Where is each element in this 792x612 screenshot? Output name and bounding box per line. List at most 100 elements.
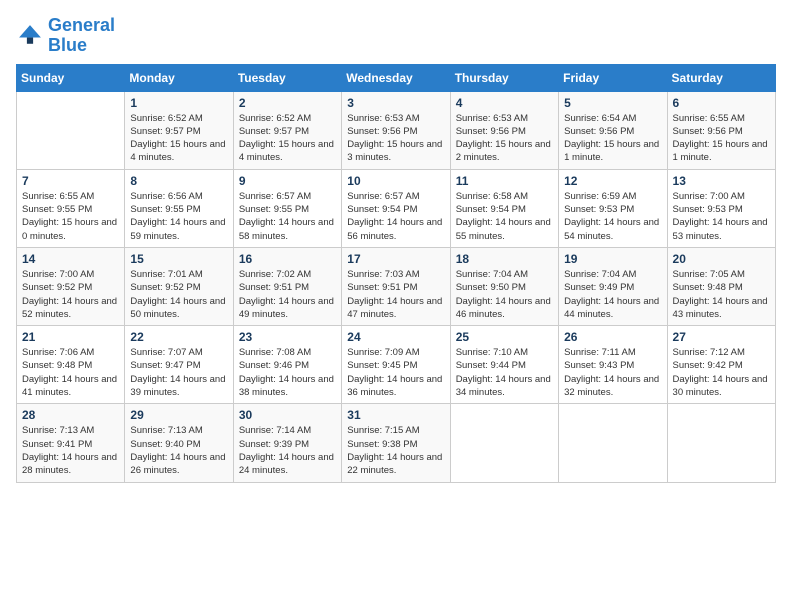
calendar-cell: 31 Sunrise: 7:15 AMSunset: 9:38 PMDayligh… [342,404,450,482]
calendar-cell: 29 Sunrise: 7:13 AMSunset: 9:40 PMDayligh… [125,404,233,482]
day-info: Sunrise: 6:55 AMSunset: 9:55 PMDaylight:… [22,190,119,243]
logo: General Blue [16,16,115,56]
day-info: Sunrise: 7:04 AMSunset: 9:49 PMDaylight:… [564,268,661,321]
calendar-week-4: 21 Sunrise: 7:06 AMSunset: 9:48 PMDayligh… [17,326,776,404]
day-number: 13 [673,174,770,188]
header-day-sunday: Sunday [17,64,125,91]
day-info: Sunrise: 7:15 AMSunset: 9:38 PMDaylight:… [347,424,444,477]
logo-icon [16,22,44,50]
day-number: 17 [347,252,444,266]
calendar-cell: 30 Sunrise: 7:14 AMSunset: 9:39 PMDayligh… [233,404,341,482]
calendar-cell: 18 Sunrise: 7:04 AMSunset: 9:50 PMDayligh… [450,247,558,325]
calendar-week-3: 14 Sunrise: 7:00 AMSunset: 9:52 PMDayligh… [17,247,776,325]
day-info: Sunrise: 7:13 AMSunset: 9:41 PMDaylight:… [22,424,119,477]
header: General Blue [16,16,776,56]
day-number: 1 [130,96,227,110]
day-number: 18 [456,252,553,266]
day-info: Sunrise: 7:01 AMSunset: 9:52 PMDaylight:… [130,268,227,321]
calendar-body: 1 Sunrise: 6:52 AMSunset: 9:57 PMDaylight… [17,91,776,482]
day-info: Sunrise: 6:52 AMSunset: 9:57 PMDaylight:… [239,112,336,165]
header-day-saturday: Saturday [667,64,775,91]
day-info: Sunrise: 7:00 AMSunset: 9:53 PMDaylight:… [673,190,770,243]
calendar-cell: 11Sunrise: 6:58 AMSunset: 9:54 PMDayligh… [450,169,558,247]
day-number: 31 [347,408,444,422]
day-info: Sunrise: 7:02 AMSunset: 9:51 PMDaylight:… [239,268,336,321]
day-number: 21 [22,330,119,344]
day-info: Sunrise: 7:12 AMSunset: 9:42 PMDaylight:… [673,346,770,399]
day-number: 27 [673,330,770,344]
day-number: 25 [456,330,553,344]
day-info: Sunrise: 6:59 AMSunset: 9:53 PMDaylight:… [564,190,661,243]
calendar-cell: 22 Sunrise: 7:07 AMSunset: 9:47 PMDayligh… [125,326,233,404]
day-number: 6 [673,96,770,110]
calendar-cell: 27 Sunrise: 7:12 AMSunset: 9:42 PMDayligh… [667,326,775,404]
day-number: 16 [239,252,336,266]
calendar-cell: 17 Sunrise: 7:03 AMSunset: 9:51 PMDayligh… [342,247,450,325]
calendar-cell: 5 Sunrise: 6:54 AMSunset: 9:56 PMDaylight… [559,91,667,169]
day-number: 19 [564,252,661,266]
calendar-cell: 8 Sunrise: 6:56 AMSunset: 9:55 PMDaylight… [125,169,233,247]
calendar-cell: 21 Sunrise: 7:06 AMSunset: 9:48 PMDayligh… [17,326,125,404]
calendar-week-5: 28 Sunrise: 7:13 AMSunset: 9:41 PMDayligh… [17,404,776,482]
day-number: 12 [564,174,661,188]
day-number: 14 [22,252,119,266]
day-number: 22 [130,330,227,344]
day-number: 15 [130,252,227,266]
day-info: Sunrise: 6:54 AMSunset: 9:56 PMDaylight:… [564,112,661,165]
day-number: 5 [564,96,661,110]
day-info: Sunrise: 7:07 AMSunset: 9:47 PMDaylight:… [130,346,227,399]
day-info: Sunrise: 7:13 AMSunset: 9:40 PMDaylight:… [130,424,227,477]
day-info: Sunrise: 7:10 AMSunset: 9:44 PMDaylight:… [456,346,553,399]
day-info: Sunrise: 6:53 AMSunset: 9:56 PMDaylight:… [347,112,444,165]
day-number: 3 [347,96,444,110]
day-info: Sunrise: 7:03 AMSunset: 9:51 PMDaylight:… [347,268,444,321]
calendar-cell: 12 Sunrise: 6:59 AMSunset: 9:53 PMDayligh… [559,169,667,247]
calendar-cell: 24Sunrise: 7:09 AMSunset: 9:45 PMDayligh… [342,326,450,404]
day-info: Sunrise: 7:14 AMSunset: 9:39 PMDaylight:… [239,424,336,477]
header-day-friday: Friday [559,64,667,91]
day-number: 30 [239,408,336,422]
calendar-cell [559,404,667,482]
logo-text: General Blue [48,16,115,56]
day-number: 8 [130,174,227,188]
header-day-wednesday: Wednesday [342,64,450,91]
calendar-cell: 20Sunrise: 7:05 AMSunset: 9:48 PMDayligh… [667,247,775,325]
day-info: Sunrise: 7:00 AMSunset: 9:52 PMDaylight:… [22,268,119,321]
header-day-tuesday: Tuesday [233,64,341,91]
calendar-cell: 10 Sunrise: 6:57 AMSunset: 9:54 PMDayligh… [342,169,450,247]
calendar-week-2: 7Sunrise: 6:55 AMSunset: 9:55 PMDaylight… [17,169,776,247]
calendar-cell: 3 Sunrise: 6:53 AMSunset: 9:56 PMDaylight… [342,91,450,169]
calendar-cell: 1 Sunrise: 6:52 AMSunset: 9:57 PMDaylight… [125,91,233,169]
day-number: 10 [347,174,444,188]
day-info: Sunrise: 7:04 AMSunset: 9:50 PMDaylight:… [456,268,553,321]
calendar-cell: 25 Sunrise: 7:10 AMSunset: 9:44 PMDayligh… [450,326,558,404]
calendar-cell: 23 Sunrise: 7:08 AMSunset: 9:46 PMDayligh… [233,326,341,404]
day-info: Sunrise: 6:57 AMSunset: 9:54 PMDaylight:… [347,190,444,243]
calendar-cell [17,91,125,169]
day-number: 28 [22,408,119,422]
calendar-cell: 26Sunrise: 7:11 AMSunset: 9:43 PMDayligh… [559,326,667,404]
day-info: Sunrise: 6:56 AMSunset: 9:55 PMDaylight:… [130,190,227,243]
day-number: 4 [456,96,553,110]
calendar-table: SundayMondayTuesdayWednesdayThursdayFrid… [16,64,776,483]
day-number: 23 [239,330,336,344]
calendar-cell: 14 Sunrise: 7:00 AMSunset: 9:52 PMDayligh… [17,247,125,325]
day-info: Sunrise: 6:58 AMSunset: 9:54 PMDaylight:… [456,190,553,243]
calendar-cell [667,404,775,482]
day-info: Sunrise: 6:53 AMSunset: 9:56 PMDaylight:… [456,112,553,165]
calendar-week-1: 1 Sunrise: 6:52 AMSunset: 9:57 PMDaylight… [17,91,776,169]
calendar-cell [450,404,558,482]
calendar-cell: 15 Sunrise: 7:01 AMSunset: 9:52 PMDayligh… [125,247,233,325]
day-number: 24 [347,330,444,344]
day-number: 20 [673,252,770,266]
calendar-header-row: SundayMondayTuesdayWednesdayThursdayFrid… [17,64,776,91]
header-day-thursday: Thursday [450,64,558,91]
calendar-cell: 4 Sunrise: 6:53 AMSunset: 9:56 PMDaylight… [450,91,558,169]
calendar-cell: 2Sunrise: 6:52 AMSunset: 9:57 PMDaylight… [233,91,341,169]
day-info: Sunrise: 7:08 AMSunset: 9:46 PMDaylight:… [239,346,336,399]
day-info: Sunrise: 6:57 AMSunset: 9:55 PMDaylight:… [239,190,336,243]
day-number: 29 [130,408,227,422]
day-info: Sunrise: 6:52 AMSunset: 9:57 PMDaylight:… [130,112,227,165]
day-info: Sunrise: 7:06 AMSunset: 9:48 PMDaylight:… [22,346,119,399]
day-info: Sunrise: 7:11 AMSunset: 9:43 PMDaylight:… [564,346,661,399]
